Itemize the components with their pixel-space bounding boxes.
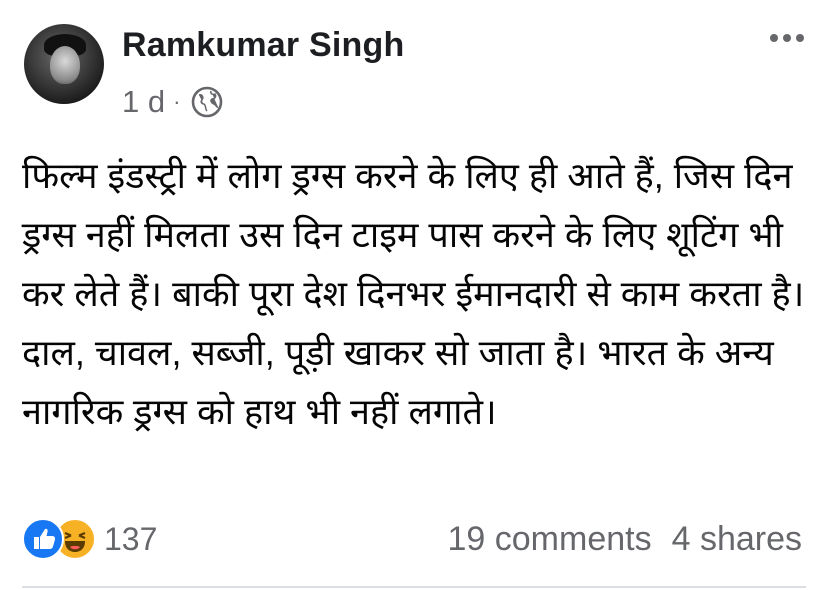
meta-separator: · xyxy=(173,89,181,114)
more-options-icon[interactable] xyxy=(770,28,804,48)
avatar-face xyxy=(50,46,80,84)
post-stats: 19 comments 4 shares xyxy=(448,520,803,559)
post-time[interactable]: 1 d xyxy=(122,84,165,120)
shares-count[interactable]: 4 shares xyxy=(672,520,802,559)
post-meta: 1 d · xyxy=(122,84,224,120)
dot-3 xyxy=(796,34,804,42)
dot-2 xyxy=(783,34,791,42)
like-icon xyxy=(22,518,64,560)
author-name[interactable]: Ramkumar Singh xyxy=(122,26,404,65)
post-text: फिल्म इंडस्ट्री में लोग ड्रग्स करने के ल… xyxy=(22,155,815,432)
author-avatar[interactable] xyxy=(24,24,104,104)
reactions-summary[interactable]: 137 xyxy=(22,518,157,560)
reaction-count: 137 xyxy=(104,520,158,557)
comments-count[interactable]: 19 comments xyxy=(448,520,652,559)
globe-icon[interactable] xyxy=(190,85,224,119)
divider xyxy=(22,586,806,588)
dot-1 xyxy=(770,34,778,42)
